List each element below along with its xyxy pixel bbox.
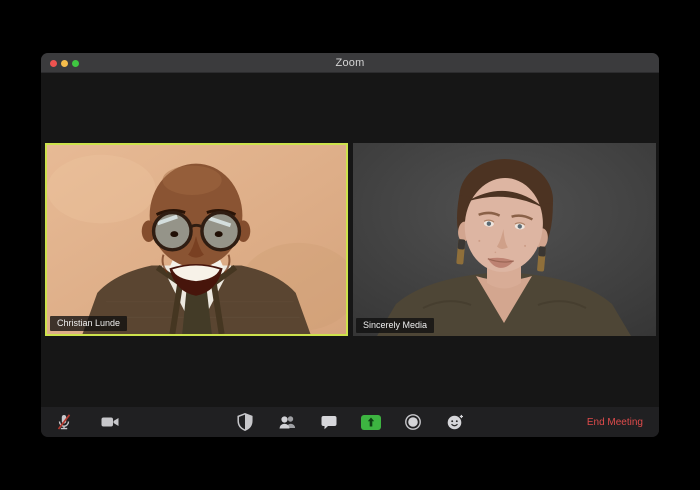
- chat-button[interactable]: [319, 412, 339, 432]
- fullscreen-button[interactable]: [72, 59, 79, 67]
- chat-bubble-icon: [321, 416, 337, 430]
- share-screen-arrow-icon: [367, 417, 375, 427]
- toolbar-left-group: [54, 407, 120, 437]
- video-grid: Christian Lunde Sincerely Media: [41, 73, 659, 407]
- end-meeting-button[interactable]: End Meeting: [587, 407, 643, 437]
- video-tile-sincerely-media[interactable]: Sincerely Media: [353, 143, 656, 336]
- participants-button[interactable]: [277, 412, 297, 432]
- shield-icon: [237, 412, 253, 432]
- reactions-smiley-icon: [447, 414, 463, 430]
- participant-video-portrait: [353, 143, 656, 336]
- meeting-toolbar: End Meeting: [41, 407, 659, 437]
- window-title: Zoom: [335, 56, 365, 69]
- record-button[interactable]: [403, 412, 423, 432]
- zoom-meeting-window: Zoom Christian Lunde Sincerely Media End…: [41, 53, 659, 437]
- share-screen-button[interactable]: [361, 412, 381, 432]
- traffic-lights: [50, 53, 79, 73]
- titlebar: Zoom: [41, 53, 659, 73]
- record-circle-icon: [405, 414, 421, 430]
- participant-name-label: Christian Lunde: [50, 316, 128, 331]
- share-screen-pill: [361, 414, 381, 430]
- minimize-button[interactable]: [61, 59, 68, 67]
- participant-name-label: Sincerely Media: [356, 318, 435, 333]
- video-tile-christian-lunde[interactable]: Christian Lunde: [45, 143, 348, 336]
- video-button[interactable]: [100, 412, 120, 432]
- toolbar-center-group: [235, 407, 465, 437]
- people-icon: [279, 416, 296, 429]
- microphone-muted-icon: [57, 414, 71, 430]
- mute-button[interactable]: [54, 412, 74, 432]
- close-button[interactable]: [50, 59, 57, 67]
- camera-icon: [101, 417, 119, 427]
- security-button[interactable]: [235, 412, 255, 432]
- reactions-button[interactable]: [445, 412, 465, 432]
- participant-video-portrait: [47, 145, 346, 334]
